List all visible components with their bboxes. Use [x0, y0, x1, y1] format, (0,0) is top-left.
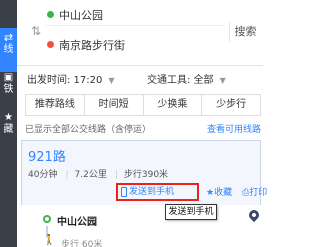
divider: | [114, 170, 118, 180]
info-text: 已显示全部公交线路（含停运） [25, 125, 152, 135]
bus-icon: ▣ [3, 72, 14, 83]
start-dot-icon [47, 11, 54, 18]
tooltip: 发送到手机 [165, 204, 217, 220]
chevron-down-icon: ▼ [219, 76, 226, 85]
tab-shortest-time[interactable]: 时间短 [84, 95, 144, 115]
route-walk: 步行390米 [123, 170, 169, 180]
destination-field[interactable]: 南京路步行街 [45, 34, 225, 56]
sidebar-item-favorites[interactable]: ★ 藏 [0, 112, 17, 150]
route-actions: 发送到手机 ★收藏 ⎙打印 [102, 183, 267, 201]
print-label: 打印 [249, 188, 268, 198]
route-duration: 40分钟 [28, 170, 58, 180]
step-walk-text: 步行 60米 [61, 240, 103, 247]
left-sidebar: ⇄ 线 ▣ 铁 ★ 藏 [0, 0, 17, 247]
phone-icon [121, 186, 127, 197]
sidebar-item-label: 铁 [3, 84, 14, 95]
tab-fewer-transfers[interactable]: 少换乘 [143, 95, 203, 115]
walk-icon: 🚶 [43, 235, 56, 246]
favorite-button[interactable]: ★收藏 [206, 185, 232, 198]
route-steps: 中山公园 🚶 步行 60米 [21, 205, 262, 247]
route-search-box: ⇅ 中山公园 南京路步行街 搜索 [17, 0, 263, 66]
route-panel: ⇅ 中山公园 南京路步行街 搜索 出发时间: 17:20 ▼ 交通工具: 全部 ▼ … [17, 0, 267, 247]
print-button[interactable]: ⎙打印 [242, 185, 267, 198]
sidebar-item-subway[interactable]: ▣ 铁 [0, 72, 17, 110]
info-bar: 已显示全部公交线路（含停运） 查看可用线路 [25, 122, 261, 135]
transport-tool-select[interactable]: 交通工具: 全部 ▼ [147, 71, 226, 86]
map-pin-icon[interactable] [246, 207, 262, 223]
sidebar-item-route[interactable]: ⇄ 线 [0, 28, 17, 72]
divider: | [65, 170, 69, 180]
available-routes-link[interactable]: 查看可用线路 [207, 122, 261, 135]
route-stats: 40分钟 | 7.2公里 | 步行390米 [28, 167, 176, 180]
swap-icon[interactable]: ⇅ [31, 24, 41, 38]
star-icon: ★ [206, 188, 215, 198]
search-button[interactable]: 搜索 [229, 22, 261, 42]
step-start-name: 中山公园 [57, 217, 97, 228]
tab-recommended[interactable]: 推荐路线 [26, 95, 85, 115]
send-to-phone-label: 发送到手机 [129, 187, 175, 197]
start-dot-icon [43, 215, 51, 223]
tab-less-walking[interactable]: 少步行 [202, 95, 260, 115]
star-icon: ★ [4, 112, 13, 123]
transport-tool-label: 交通工具: 全部 [147, 75, 214, 86]
departure-time-select[interactable]: 出发时间: 17:20 ▼ [27, 71, 115, 86]
origin-field[interactable]: 中山公园 [45, 4, 225, 26]
route-icon: ⇄ [3, 31, 14, 44]
route-distance: 7.2公里 [74, 170, 107, 180]
route-options: 出发时间: 17:20 ▼ 交通工具: 全部 ▼ [17, 68, 263, 90]
send-to-phone-button[interactable]: 发送到手机 [116, 183, 199, 201]
destination-value: 南京路步行街 [59, 39, 125, 52]
departure-time-label: 出发时间: 17:20 [27, 75, 103, 86]
chevron-down-icon: ▼ [108, 76, 115, 85]
origin-value: 中山公园 [59, 9, 103, 22]
favorite-label: 收藏 [214, 188, 233, 198]
end-dot-icon [47, 41, 54, 48]
sidebar-item-label: 线 [3, 44, 14, 55]
sidebar-item-label: 藏 [3, 124, 14, 135]
route-preference-tabs: 推荐路线 时间短 少换乘 少步行 [25, 94, 261, 116]
route-name[interactable]: 921路 [28, 146, 66, 165]
